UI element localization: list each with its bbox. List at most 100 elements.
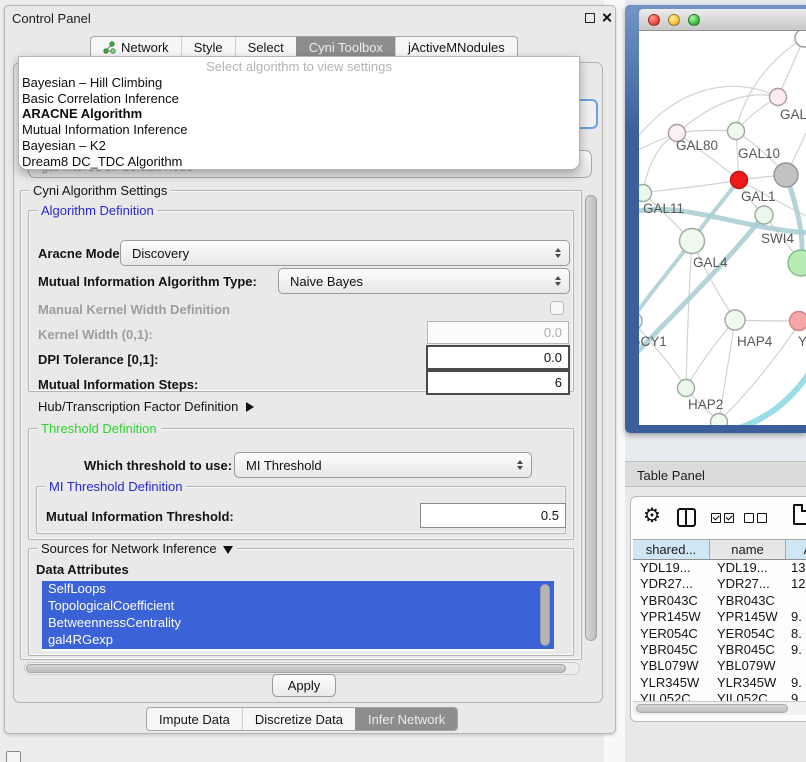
table-row[interactable]: YBL079WYBL079W <box>633 658 806 674</box>
which-threshold-value: MI Threshold <box>246 458 322 473</box>
mi-type-label: Mutual Information Algorithm Type: <box>38 274 257 289</box>
attribute-item-selected[interactable]: TopologicalCoefficient <box>42 598 554 615</box>
gear-icon[interactable]: ⚙ <box>643 503 661 528</box>
file-icon[interactable] <box>793 504 806 525</box>
table-body[interactable]: YDL19...YDL19...13 YDR27...YDR27...12 YB… <box>633 560 806 705</box>
network-node[interactable] <box>725 310 745 330</box>
network-node[interactable] <box>731 172 748 189</box>
hub-definition-section[interactable]: Hub/Transcription Factor Definition <box>38 399 254 414</box>
sources-group-title[interactable]: Sources for Network Inference <box>37 541 237 556</box>
network-node-label: Y <box>798 334 806 349</box>
column-header-name[interactable]: name <box>710 540 786 560</box>
manual-kernel-label: Manual Kernel Width Definition <box>38 302 230 317</box>
attribute-list-scrollbar[interactable] <box>540 584 550 646</box>
table-hscroll-thumb[interactable] <box>636 704 788 713</box>
attribute-item-selected[interactable]: gal4RGexp <box>42 632 554 649</box>
dropdown-item[interactable]: Mutual Information Inference <box>19 122 579 138</box>
unchecked-checkbox-icon <box>757 513 767 523</box>
network-node[interactable] <box>711 414 728 426</box>
dropdown-item[interactable]: Basic Correlation Inference <box>19 91 579 107</box>
tab-network[interactable]: Network <box>91 37 181 58</box>
settings-vertical-scrollbar[interactable] <box>584 192 599 658</box>
network-node[interactable] <box>774 163 798 187</box>
network-node[interactable] <box>788 250 806 276</box>
hub-definition-label: Hub/Transcription Factor Definition <box>38 399 238 414</box>
hscroll-thumb[interactable] <box>26 664 566 673</box>
tab-cyni-toolbox[interactable]: Cyni Toolbox <box>296 37 395 58</box>
tab-select[interactable]: Select <box>235 37 296 58</box>
tab-impute-data[interactable]: Impute Data <box>147 708 242 730</box>
table-row[interactable]: YDL19...YDL19...13 <box>633 560 806 576</box>
aracne-mode-combobox[interactable]: Discovery <box>120 240 570 266</box>
kernel-width-label: Kernel Width (0,1): <box>38 327 153 342</box>
network-node[interactable] <box>639 312 642 330</box>
deselect-all-checkboxes-icon[interactable] <box>744 513 767 523</box>
screen: Table Panel Control Panel Network Style … <box>0 0 806 762</box>
select-all-checkboxes-icon[interactable] <box>711 513 734 523</box>
tab-cyni-toolbox-label: Cyni Toolbox <box>309 40 383 55</box>
attribute-item-selected[interactable]: BetweennessCentrality <box>42 615 554 632</box>
mi-threshold-label: Mutual Information Threshold: <box>46 509 234 524</box>
float-window-icon[interactable] <box>585 13 595 23</box>
tab-network-label: Network <box>121 40 169 55</box>
mi-threshold-field[interactable] <box>420 503 566 528</box>
dpi-tolerance-field[interactable] <box>426 345 570 370</box>
tab-discretize-data[interactable]: Discretize Data <box>242 708 355 730</box>
close-panel-icon[interactable] <box>601 12 612 23</box>
mac-close-button[interactable] <box>648 14 660 26</box>
control-panel-title: Control Panel <box>12 11 91 26</box>
stepper-arrows-icon <box>517 460 523 470</box>
network-node[interactable] <box>770 89 787 106</box>
dropdown-item[interactable]: Dream8 DC_TDC Algorithm <box>19 154 579 170</box>
network-node[interactable] <box>728 123 745 140</box>
attribute-item-selected[interactable]: SelfLoops <box>42 581 554 598</box>
network-node-label: GAL80 <box>676 138 718 153</box>
column-header-partial[interactable]: A <box>786 540 806 560</box>
hidden-panel-icon[interactable] <box>6 751 21 762</box>
stepper-arrows-icon <box>555 248 561 258</box>
which-threshold-combobox[interactable]: MI Threshold <box>234 452 532 478</box>
tab-style[interactable]: Style <box>181 37 235 58</box>
apply-button[interactable]: Apply <box>272 674 336 697</box>
table-horizontal-scrollbar[interactable] <box>633 701 806 715</box>
table-row[interactable]: YER054CYER054C8. <box>633 626 806 642</box>
manual-kernel-checkbox[interactable] <box>550 301 564 315</box>
collapse-arrow-icon[interactable] <box>223 546 233 554</box>
mac-minimize-button[interactable] <box>668 14 680 26</box>
table-panel-titlebar: Table Panel <box>620 461 806 487</box>
network-node[interactable] <box>678 380 695 397</box>
expand-arrow-icon[interactable] <box>246 402 254 412</box>
network-node[interactable] <box>755 206 773 224</box>
mac-zoom-button[interactable] <box>688 14 700 26</box>
split-view-icon[interactable] <box>677 508 696 527</box>
table-row[interactable]: YDR27...YDR27...12 <box>633 576 806 592</box>
dropdown-item[interactable]: Bayesian – K2 <box>19 138 579 154</box>
tab-infer-network[interactable]: Infer Network <box>355 708 457 730</box>
network-node[interactable] <box>795 31 806 47</box>
network-node[interactable] <box>639 185 652 202</box>
table-row[interactable]: YPR145WYPR145W9. <box>633 609 806 625</box>
network-node-label: GAL11 <box>643 201 684 216</box>
mi-steps-label: Mutual Information Steps: <box>38 377 198 392</box>
data-attributes-list[interactable]: SelfLoops TopologicalCoefficient Between… <box>42 581 554 651</box>
algorithm-dropdown-popup: Select algorithm to view settings Bayesi… <box>18 56 580 170</box>
network-node-label: GAL4 <box>693 255 728 270</box>
mi-type-combobox[interactable]: Naive Bayes <box>278 268 570 294</box>
table-row[interactable]: YLR345WYLR345W9. <box>633 675 806 691</box>
network-window-titlebar[interactable] <box>639 9 806 31</box>
dropdown-item[interactable]: Bayesian – Hill Climbing <box>19 75 579 91</box>
mi-steps-field[interactable] <box>426 370 570 395</box>
table-row[interactable]: YBR043CYBR043C <box>633 593 806 609</box>
network-canvas[interactable]: GALGAL80GAL10GAL1GAL11SWI4GAL4GCY1HAP4YH… <box>639 31 806 425</box>
sources-title-text: Sources for Network Inference <box>41 541 217 556</box>
network-node[interactable] <box>680 229 705 254</box>
kernel-width-field[interactable] <box>427 321 569 344</box>
column-header-shared-name[interactable]: shared... <box>633 540 710 560</box>
network-node[interactable] <box>790 312 806 331</box>
table-row[interactable]: YBR045CYBR045C9. <box>633 642 806 658</box>
table-panel-title: Table Panel <box>637 468 705 483</box>
dropdown-item-selected[interactable]: ARACNE Algorithm <box>19 106 579 122</box>
vscroll-thumb[interactable] <box>585 195 597 641</box>
tab-jactivemnodules[interactable]: jActiveMNodules <box>395 37 517 58</box>
checked-checkbox-icon <box>711 513 721 523</box>
